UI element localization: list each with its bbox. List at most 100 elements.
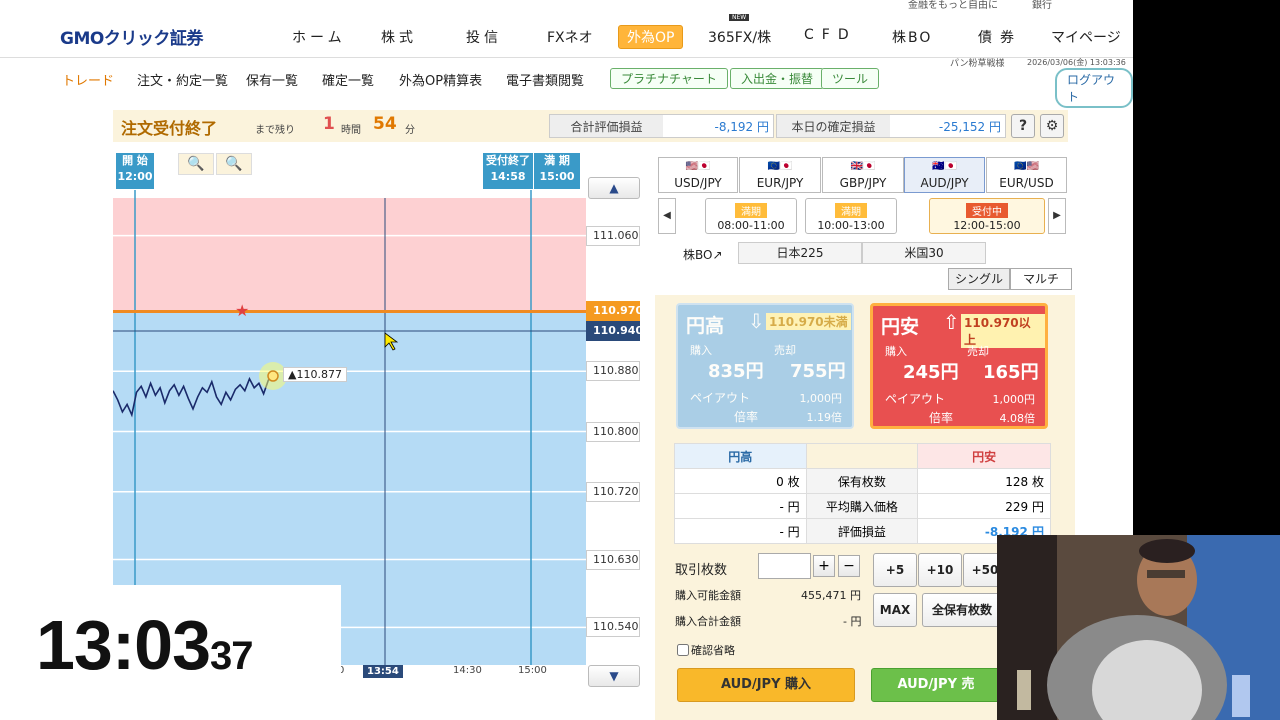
table-row: - 円 評価損益 -8,192 円 bbox=[674, 518, 1051, 544]
session-0800[interactable]: 満期 08:00-11:00 bbox=[705, 198, 797, 234]
zoom-out-button[interactable]: 🔍 bbox=[178, 153, 214, 175]
help-button[interactable]: ? bbox=[1011, 114, 1035, 138]
kabubo-link[interactable]: 株BO↗ bbox=[683, 246, 723, 263]
session-time: 12:00-15:00 bbox=[953, 219, 1021, 232]
qty-input[interactable] bbox=[758, 553, 811, 579]
pair-tab-eurjpy[interactable]: 🇪🇺🇯🇵 EUR/JPY bbox=[739, 157, 821, 193]
pair-tab-gbpjpy[interactable]: 🇬🇧🇯🇵 GBP/JPY bbox=[822, 157, 904, 193]
index-nikkei-button[interactable]: 日本225 bbox=[738, 242, 862, 264]
top-strip: 金融をもっと自由に 銀行 bbox=[0, 0, 1133, 12]
y-tick-label: 110.630 bbox=[586, 549, 640, 570]
cell-high: - 円 bbox=[674, 518, 807, 544]
y-tick-label: 110.540 bbox=[586, 617, 640, 638]
table-row: 0 枚 保有枚数 128 枚 bbox=[674, 468, 1051, 494]
nav-fxop[interactable]: 外為OP bbox=[618, 25, 684, 49]
session-next-button[interactable]: ▶ bbox=[1048, 198, 1066, 234]
today-pnl-label: 本日の確定損益 bbox=[777, 115, 890, 137]
gb-jp-flag-icon: 🇬🇧🇯🇵 bbox=[850, 161, 876, 172]
x-tick-label: 15:00 bbox=[518, 665, 547, 676]
nav-cfd[interactable]: CFD bbox=[804, 27, 857, 43]
nav-kabubo[interactable]: 株BO bbox=[892, 27, 932, 47]
low-sell-price: 165円 bbox=[983, 362, 1039, 383]
logout-button[interactable]: ログアウト bbox=[1055, 68, 1133, 108]
strike-price-label: 110.970 bbox=[586, 301, 643, 321]
eval-pnl-value: -8,192 円 bbox=[714, 120, 770, 134]
session-status: 満期 bbox=[835, 203, 867, 218]
subnav-orders[interactable]: 注文・約定一覧 bbox=[137, 70, 228, 89]
session-time: 08:00-11:00 bbox=[717, 219, 785, 232]
bank-link[interactable]: 銀行 bbox=[1032, 0, 1052, 11]
nav-mypage[interactable]: マイページ bbox=[1051, 27, 1121, 47]
qty-plus10-button[interactable]: +10 bbox=[918, 553, 962, 587]
session-1200[interactable]: 受付中 12:00-15:00 bbox=[929, 198, 1045, 234]
qty-plus-button[interactable]: + bbox=[813, 555, 835, 577]
confirm-skip-checkbox[interactable] bbox=[677, 644, 689, 656]
eu-jp-flag-icon: 🇪🇺🇯🇵 bbox=[767, 161, 793, 172]
zoom-in-button[interactable]: 🔍 bbox=[216, 153, 252, 175]
nav-365fx[interactable]: 365FX/株 bbox=[708, 27, 771, 47]
scroll-down-button[interactable]: ▼ bbox=[588, 665, 640, 687]
today-pnl-value: -25,152 円 bbox=[938, 120, 1001, 134]
qty-plus5-button[interactable]: +5 bbox=[873, 553, 917, 587]
col-spacer bbox=[805, 443, 919, 469]
scroll-up-button[interactable]: ▲ bbox=[588, 177, 640, 199]
subnav-documents[interactable]: 電子書類閲覧 bbox=[506, 70, 584, 89]
qty-label: 取引枚数 bbox=[675, 563, 728, 578]
session-1000[interactable]: 満期 10:00-13:00 bbox=[805, 198, 897, 234]
cell-high: 0 枚 bbox=[674, 468, 807, 494]
expiry-tag-time: 15:00 bbox=[539, 170, 575, 183]
arrow-down-icon: ⇩ bbox=[748, 309, 765, 333]
clock-main: 13:03 bbox=[36, 606, 211, 684]
pair-tab-audjpy[interactable]: 🇦🇺🇯🇵 AUD/JPY bbox=[904, 157, 985, 193]
high-sell-label: 売却 bbox=[774, 344, 796, 357]
low-buy-price: 245円 bbox=[903, 362, 959, 383]
mode-single-button[interactable]: シングル bbox=[948, 268, 1010, 290]
mode-multi-button[interactable]: マルチ bbox=[1010, 268, 1072, 290]
session-prev-button[interactable]: ◀ bbox=[658, 198, 676, 234]
confirm-skip-label: 確認省略 bbox=[691, 644, 735, 657]
nav-bonds[interactable]: 債券 bbox=[978, 27, 1022, 47]
index-dow-button[interactable]: 米国30 bbox=[862, 242, 986, 264]
nav-fxneo[interactable]: FXネオ bbox=[547, 27, 593, 47]
start-tag-time: 12:00 bbox=[117, 170, 153, 183]
nav-stocks[interactable]: 株式 bbox=[381, 27, 417, 47]
remain-label: まで残り bbox=[255, 125, 295, 136]
buy-yen-low-button[interactable]: AUD/JPY 売 bbox=[871, 668, 1001, 702]
high-rate-label: 倍率 bbox=[734, 410, 759, 424]
deposit-transfer-button[interactable]: 入出金・振替 bbox=[730, 68, 825, 89]
subnav-settled[interactable]: 確定一覧 bbox=[322, 70, 374, 89]
subnav-trade[interactable]: トレード bbox=[62, 70, 114, 89]
subnav-holdings[interactable]: 保有一覧 bbox=[246, 70, 298, 89]
high-buy-price: 835円 bbox=[708, 361, 764, 382]
arrow-up-icon: ⇧ bbox=[943, 310, 960, 334]
eval-pnl-label: 合計評価損益 bbox=[550, 115, 663, 137]
qty-all-button[interactable]: 全保有枚数 bbox=[922, 593, 1002, 627]
logo[interactable]: GMOクリック証券 bbox=[60, 24, 203, 49]
pair-name: AUD/JPY bbox=[920, 176, 969, 190]
low-card-title: 円安 bbox=[881, 316, 920, 338]
platinum-chart-button[interactable]: プラチナチャート bbox=[610, 68, 728, 89]
hours-label: 時間 bbox=[341, 125, 361, 136]
cell-label: 保有枚数 bbox=[805, 468, 919, 494]
qty-minus-button[interactable]: − bbox=[838, 555, 860, 577]
chevron-left-icon: ◀ bbox=[663, 210, 671, 221]
cell-low: 128 枚 bbox=[917, 468, 1051, 494]
low-payout-label: ペイアウト bbox=[885, 392, 946, 406]
position-table: 円高 円安 0 枚 保有枚数 128 枚 - 円 平均購入価格 229 円 - … bbox=[674, 443, 1051, 544]
webcam-overlay bbox=[997, 535, 1280, 720]
subnav-statement[interactable]: 外為OP精算表 bbox=[399, 70, 482, 89]
pair-name: EUR/JPY bbox=[756, 176, 804, 190]
qty-max-button[interactable]: MAX bbox=[873, 593, 917, 627]
yen-high-card[interactable]: 円高 ⇩ 110.970未満 購入 売却 835円 755円 ペイアウト 1,0… bbox=[676, 303, 854, 429]
tools-button[interactable]: ツール bbox=[821, 68, 880, 89]
buy-yen-high-button[interactable]: AUD/JPY 購入 bbox=[677, 668, 855, 702]
pair-tab-usdjpy[interactable]: 🇺🇸🇯🇵 USD/JPY bbox=[658, 157, 738, 193]
settings-button[interactable]: ⚙ bbox=[1040, 114, 1064, 138]
pair-name: GBP/JPY bbox=[839, 176, 887, 190]
yen-low-card[interactable]: 円安 ⇧ 110.970以上 購入 売却 245円 165円 ペイアウト 1,0… bbox=[870, 303, 1048, 429]
nav-funds[interactable]: 投信 bbox=[466, 27, 502, 47]
nav-home[interactable]: ホーム bbox=[292, 27, 346, 47]
top-strip-text: 金融をもっと自由に bbox=[908, 0, 998, 11]
y-tick-label: 110.720 bbox=[586, 481, 640, 502]
pair-tab-eurusd[interactable]: 🇪🇺🇺🇸 EUR/USD bbox=[986, 157, 1067, 193]
